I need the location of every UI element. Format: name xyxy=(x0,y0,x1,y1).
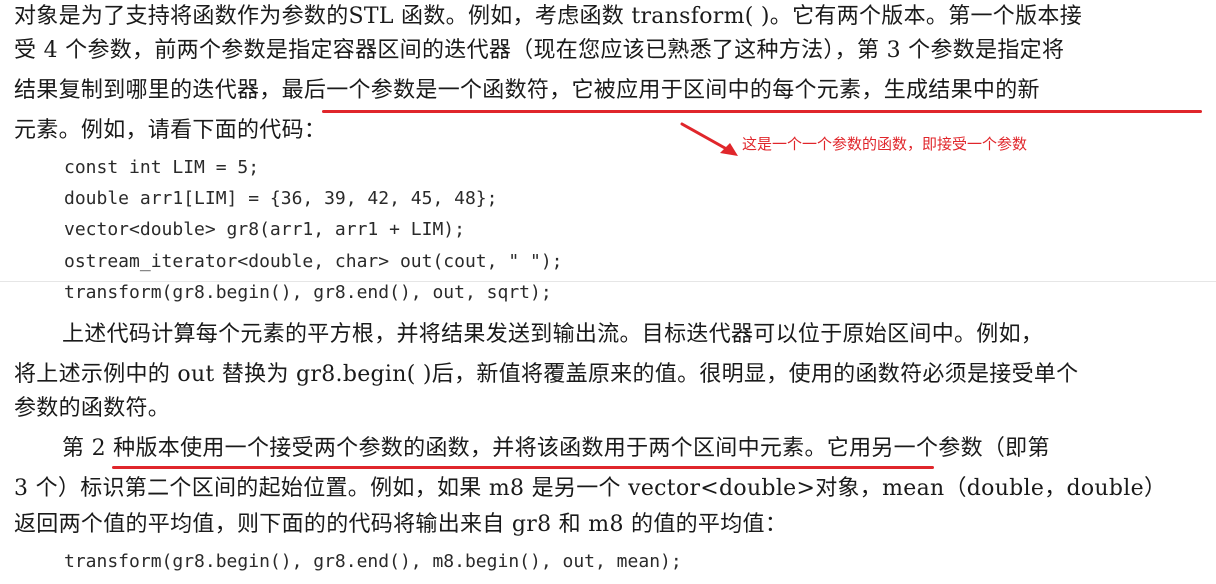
document-page: 对象是为了支持将函数作为参数的STL 函数。例如，考虑函数 transform(… xyxy=(0,0,1216,584)
paragraph1-line3: 结果复制到哪里的迭代器，最后一个参数是一个函数符，它被应用于区间中的每个元素，生… xyxy=(14,78,1040,103)
code1-line4: ostream_iterator<double, char> out(cout,… xyxy=(64,251,563,272)
red-arrow-icon xyxy=(680,122,738,156)
code1-line3: vector<double> gr8(arr1, arr1 + LIM); xyxy=(64,219,465,240)
paragraph1-line4: 元素。例如，请看下面的代码： xyxy=(14,118,327,143)
red-underline-1 xyxy=(322,110,1202,113)
code1-line2: double arr1[LIM] = {36, 39, 42, 45, 48}; xyxy=(64,188,498,209)
code1-line5: transform(gr8.begin(), gr8.end(), out, s… xyxy=(64,282,552,303)
code1-line1: const int LIM = 5; xyxy=(64,157,260,178)
red-underline-2 xyxy=(112,466,934,469)
paragraph3-line1: 第 2 种版本使用一个接受两个参数的函数，并将该函数用于两个区间中元素。它用另一… xyxy=(62,436,1050,461)
paragraph2-line2: 将上述示例中的 out 替换为 gr8.begin( )后，新值将覆盖原来的值。… xyxy=(14,362,1079,387)
paragraph2-line1: 上述代码计算每个元素的平方根，并将结果发送到输出流。目标迭代器可以位于原始区间中… xyxy=(62,322,1044,347)
annotation-text: 这是一个一个参数的函数，即接受一个参数 xyxy=(742,135,1028,153)
paragraph1-line2: 受 4 个参数，前两个参数是指定容器区间的迭代器（现在您应该已熟悉了这种方法），… xyxy=(14,38,1065,63)
paragraph3-line2: 3 个）标识第二个区间的起始位置。例如，如果 m8 是另一个 vector<do… xyxy=(14,476,1167,501)
paragraph2-line3: 参数的函数符。 xyxy=(14,396,171,421)
code2-line1: transform(gr8.begin(), gr8.end(), m8.beg… xyxy=(64,551,682,572)
paragraph1-line1: 对象是为了支持将函数作为参数的STL 函数。例如，考虑函数 transform(… xyxy=(14,4,1083,29)
paragraph3-line3: 返回两个值的平均值，则下面的的代码将输出来自 gr8 和 m8 的值的平均值： xyxy=(14,512,788,537)
